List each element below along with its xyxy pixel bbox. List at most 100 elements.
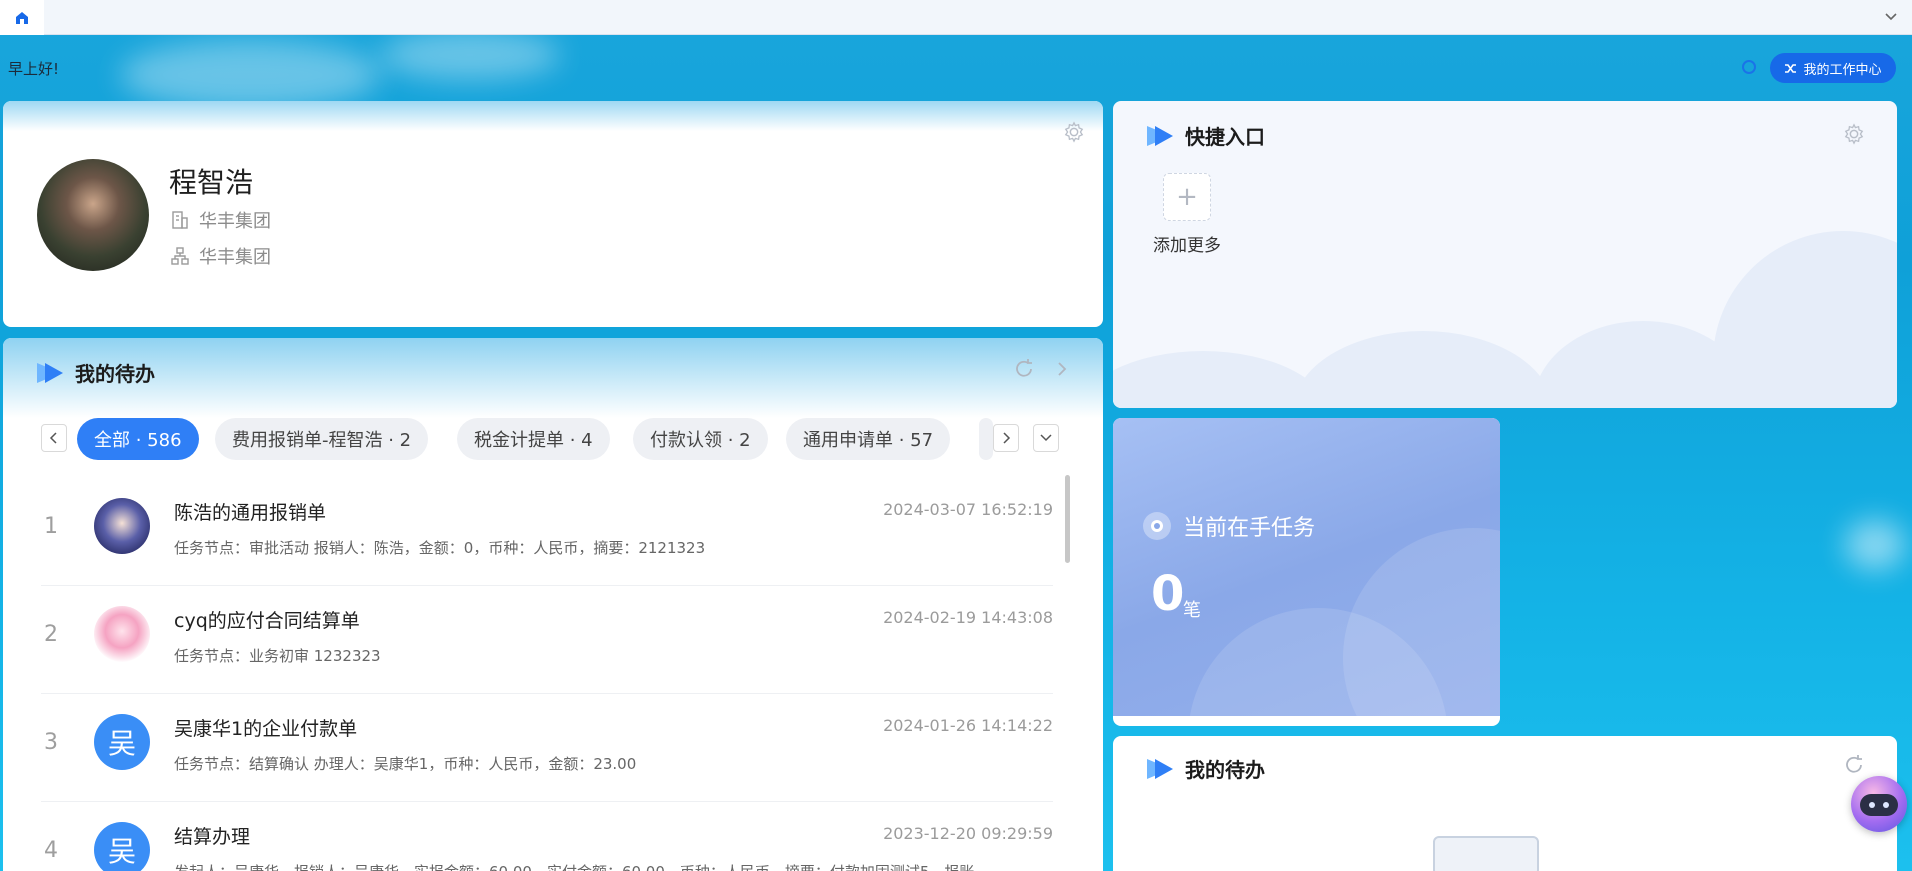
quick-entry-title-label: 快捷入口 — [1185, 125, 1265, 149]
profile-card: 程智浩 华丰集团 华丰集团 — [3, 101, 1103, 327]
todo-filter-tabs: 全部 · 586 费用报销单-程智浩 · 2 税金计提单 · 4 付款认领 · … — [41, 418, 1071, 460]
company-row: 华丰集团 — [171, 207, 271, 233]
robot-eye — [1883, 802, 1889, 808]
chevron-right-icon[interactable] — [1051, 358, 1073, 380]
empty-clipboard-icon — [1433, 836, 1539, 871]
tab-label: 全部 · 586 — [94, 430, 182, 451]
robot-icon — [1860, 794, 1898, 816]
loading-indicator — [1742, 60, 1756, 74]
card-decoration — [1293, 331, 1553, 408]
todo-right-card: 我的待办 — [1113, 736, 1897, 871]
plus-icon: + — [1176, 182, 1198, 212]
tab-label: 税金计提单 · 4 — [474, 430, 593, 451]
robot-eye — [1869, 802, 1875, 808]
list-item[interactable]: 1 陈浩的通用报销单 2024-03-07 16:52:19 任务节点：审批活动… — [41, 478, 1053, 586]
background-cloud — [380, 30, 560, 80]
avatar: 吴 — [94, 714, 150, 770]
card-decoration — [1713, 231, 1897, 408]
item-title: cyq的应付合同结算单 — [174, 610, 360, 632]
current-task-count: 0 — [1151, 566, 1185, 622]
background-cloud — [1845, 520, 1905, 570]
chevron-down-icon[interactable] — [1882, 8, 1900, 26]
tab-expense-report[interactable]: 费用报销单-程智浩 · 2 — [215, 418, 429, 460]
todo-right-title-label: 我的待办 — [1185, 758, 1265, 782]
brand-play-icon — [1147, 125, 1173, 146]
todo-tools — [1013, 358, 1073, 380]
tab-label: 费用报销单-程智浩 · 2 — [232, 430, 412, 451]
card-header-wave — [3, 338, 1103, 418]
chevron-left-icon — [49, 432, 57, 444]
quick-entry-card: 快捷入口 + 添加更多 — [1113, 101, 1897, 408]
list-item[interactable]: 3 吴 吴康华1的企业付款单 2024-01-26 14:14:22 任务节点：… — [41, 694, 1053, 802]
current-task-panel: 当前在手任务 0 笔 — [1113, 418, 1500, 726]
item-index: 1 — [44, 514, 58, 539]
workbench-button[interactable]: 我的工作中心 — [1770, 53, 1896, 83]
top-tab-bar — [0, 0, 1912, 35]
tab-tax-accrual[interactable]: 税金计提单 · 4 — [457, 418, 610, 460]
item-meta: 任务节点：业务初审 1232323 — [174, 647, 381, 665]
current-task-unit: 笔 — [1183, 600, 1201, 621]
user-name: 程智浩 — [169, 166, 254, 199]
tab-payment-claim[interactable]: 付款认领 · 2 — [633, 418, 768, 460]
item-meta: 任务节点：结算确认 办理人：吴康华1，币种：人民币，金额：23.00 — [174, 755, 637, 773]
list-item[interactable]: 4 吴 结算办理 2023-12-20 09:29:59 发起人：吴康华，报销人… — [41, 802, 1053, 871]
item-time: 2024-01-26 14:14:22 — [883, 716, 1053, 735]
task-icon — [1143, 512, 1171, 540]
item-meta: 任务节点：审批活动 报销人：陈浩，金额：0，币种：人民币，摘要：2121323 — [174, 539, 706, 557]
gear-icon[interactable] — [1843, 123, 1865, 145]
todo-right-title: 我的待办 — [1145, 754, 1265, 783]
department-row: 华丰集团 — [171, 243, 271, 269]
avatar: 吴 — [94, 822, 150, 871]
gear-icon[interactable] — [1063, 121, 1085, 143]
tab-general-request[interactable]: 通用申请单 · 57 — [786, 418, 951, 460]
item-time: 2024-03-07 16:52:19 — [883, 500, 1053, 519]
shuffle-icon — [1785, 63, 1797, 73]
refresh-icon[interactable] — [1843, 754, 1865, 776]
avatar — [94, 606, 150, 662]
tabs-expand-button[interactable] — [1033, 424, 1059, 452]
tab-label: 付款认领 · 2 — [650, 430, 751, 451]
item-index: 2 — [44, 622, 58, 647]
refresh-icon[interactable] — [1013, 358, 1035, 380]
item-time: 2023-12-20 09:29:59 — [883, 824, 1053, 843]
tabs-prev-button[interactable] — [41, 424, 67, 452]
brand-play-icon — [1147, 758, 1173, 779]
company-name: 华丰集团 — [199, 211, 271, 232]
workbench-button-label: 我的工作中心 — [1803, 62, 1882, 78]
current-task-card[interactable]: 当前在手任务 0 笔 — [1113, 418, 1500, 726]
current-task-label: 当前在手任务 — [1143, 510, 1315, 542]
department-name: 华丰集团 — [199, 247, 271, 268]
todo-title-label: 我的待办 — [75, 362, 155, 386]
chevron-down-icon — [1040, 434, 1052, 442]
avatar — [94, 498, 150, 554]
building-icon — [172, 211, 188, 229]
chevron-right-icon — [1003, 432, 1011, 444]
list-scrollbar[interactable] — [1065, 475, 1070, 563]
tab-all[interactable]: 全部 · 586 — [77, 418, 199, 460]
item-title: 结算办理 — [174, 826, 251, 848]
home-icon — [16, 11, 28, 24]
todo-title: 我的待办 — [35, 358, 155, 387]
item-time: 2024-02-19 14:43:08 — [883, 608, 1053, 627]
todo-card: 我的待办 全部 · 586 费用报销单-程智浩 · 2 税金计提单 · 4 付款… — [3, 338, 1103, 871]
item-index: 4 — [44, 838, 58, 863]
tabs-next-button[interactable] — [993, 424, 1019, 452]
assistant-bot-button[interactable] — [1851, 776, 1907, 832]
quick-entry-title: 快捷入口 — [1145, 121, 1265, 150]
item-title: 吴康华1的企业付款单 — [174, 718, 358, 740]
background-cloud — [120, 40, 380, 110]
current-task-label-text: 当前在手任务 — [1183, 516, 1316, 541]
item-title: 陈浩的通用报销单 — [174, 502, 327, 524]
avatar — [37, 159, 149, 271]
add-shortcut-label[interactable]: 添加更多 — [1153, 231, 1221, 256]
item-meta: 发起人：吴康华，报销人：吴康华，实报金额：60.00，实付金额：60.00，币种… — [174, 861, 974, 871]
add-shortcut-button[interactable]: + — [1163, 173, 1211, 221]
greeting-text: 早上好! — [8, 60, 60, 78]
item-index: 3 — [44, 730, 58, 755]
brand-play-icon — [37, 362, 63, 383]
card-header-wave — [3, 101, 1103, 131]
org-chart-icon — [171, 247, 189, 265]
home-tab[interactable] — [0, 0, 44, 35]
tab-overflow[interactable] — [979, 418, 993, 460]
list-item[interactable]: 2 cyq的应付合同结算单 2024-02-19 14:43:08 任务节点：业… — [41, 586, 1053, 694]
